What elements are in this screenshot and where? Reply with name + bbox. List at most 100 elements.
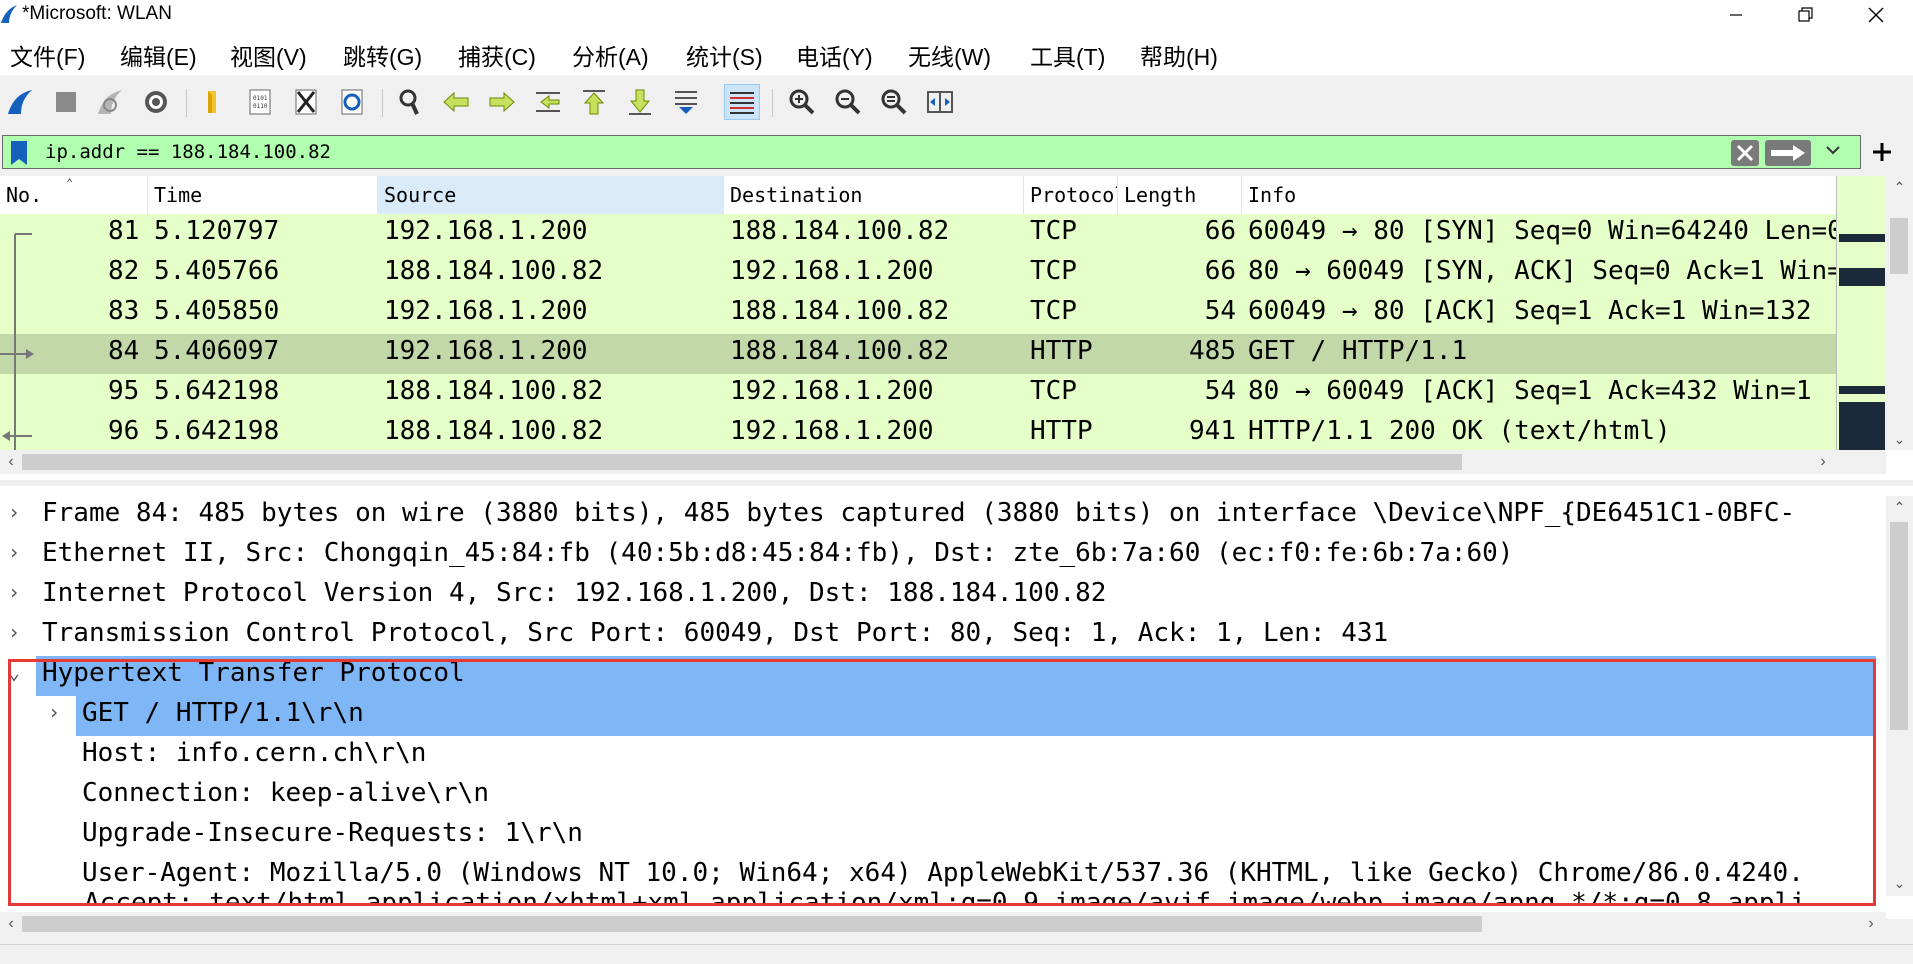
details-vertical-scrollbar[interactable]: ⌃ ⌄ bbox=[1886, 496, 1913, 896]
packet-row[interactable]: 95 5.642198 188.184.100.82 192.168.1.200… bbox=[0, 374, 1836, 414]
menu-go[interactable]: 跳转(G) bbox=[343, 38, 422, 72]
capture-options-button[interactable] bbox=[138, 84, 174, 120]
stop-capture-button[interactable] bbox=[48, 84, 84, 120]
zoom-out-icon bbox=[835, 89, 861, 115]
packet-list-vertical-scrollbar[interactable]: ⌃ ⌄ bbox=[1886, 176, 1913, 450]
close-file-button[interactable] bbox=[288, 84, 324, 120]
packet-row[interactable]: 82 5.405766 188.184.100.82 192.168.1.200… bbox=[0, 254, 1836, 294]
go-back-button[interactable] bbox=[438, 84, 474, 120]
clear-filter-button[interactable] bbox=[1731, 140, 1759, 166]
column-header-length[interactable]: Length bbox=[1118, 176, 1242, 214]
packet-time: 5.642198 bbox=[154, 376, 280, 406]
scroll-left-icon[interactable]: ‹ bbox=[0, 912, 22, 936]
menu-help[interactable]: 帮助(H) bbox=[1140, 38, 1218, 72]
tree-item-frame[interactable]: › Frame 84: 485 bytes on wire (3880 bits… bbox=[0, 496, 1886, 536]
column-header-protocol[interactable]: Protocol bbox=[1024, 176, 1118, 214]
filter-history-dropdown[interactable] bbox=[1821, 143, 1845, 163]
menu-tools[interactable]: 工具(T) bbox=[1030, 38, 1105, 72]
menu-file[interactable]: 文件(F) bbox=[10, 38, 85, 72]
tree-item-label: GET / HTTP/1.1\r\n bbox=[82, 698, 364, 728]
menu-view[interactable]: 视图(V) bbox=[230, 38, 307, 72]
tree-item-http-header[interactable]: Connection: keep-alive\r\n bbox=[0, 776, 1886, 816]
expand-chevron-icon[interactable]: › bbox=[8, 620, 20, 644]
scroll-down-icon[interactable]: ⌄ bbox=[1886, 428, 1913, 450]
tree-item-tcp[interactable]: › Transmission Control Protocol, Src Por… bbox=[0, 616, 1886, 656]
open-file-button[interactable] bbox=[195, 84, 231, 120]
tree-item-http-header-partial[interactable]: Accept: text/html,application/xhtml+xml,… bbox=[84, 888, 1806, 906]
go-to-packet-icon bbox=[536, 92, 560, 112]
scrollbar-thumb[interactable] bbox=[1890, 522, 1908, 730]
column-header-destination[interactable]: Destination bbox=[724, 176, 1024, 214]
tree-item-http-header[interactable]: Host: info.cern.ch\r\n bbox=[0, 736, 1886, 776]
scrollbar-thumb[interactable] bbox=[1890, 218, 1908, 274]
menu-statistics[interactable]: 统计(S) bbox=[686, 38, 763, 72]
expand-chevron-icon[interactable]: › bbox=[48, 700, 60, 724]
resize-columns-button[interactable] bbox=[922, 84, 958, 120]
scroll-up-icon[interactable]: ⌃ bbox=[1886, 176, 1913, 198]
column-header-info[interactable]: Info bbox=[1242, 176, 1836, 214]
expand-chevron-icon[interactable]: › bbox=[8, 580, 20, 604]
zoom-in-button[interactable] bbox=[784, 84, 820, 120]
packet-destination: 192.168.1.200 bbox=[730, 416, 934, 446]
packet-row-selected[interactable]: 84 5.406097 192.168.1.200 188.184.100.82… bbox=[0, 334, 1836, 374]
display-filter-input[interactable]: ip.addr == 188.184.100.82 bbox=[2, 135, 1861, 169]
save-file-button[interactable]: 0101 0110 bbox=[242, 84, 278, 120]
restore-button[interactable] bbox=[1783, 0, 1829, 30]
start-capture-button[interactable] bbox=[2, 84, 38, 120]
packet-row[interactable]: 81 5.120797 192.168.1.200 188.184.100.82… bbox=[0, 214, 1836, 254]
packet-protocol: HTTP bbox=[1030, 416, 1093, 446]
restart-capture-button[interactable] bbox=[92, 84, 128, 120]
tree-item-http[interactable]: ⌄ Hypertext Transfer Protocol bbox=[0, 656, 1886, 696]
colorize-button[interactable] bbox=[724, 84, 760, 120]
menu-edit[interactable]: 编辑(E) bbox=[120, 38, 197, 72]
go-forward-button[interactable] bbox=[484, 84, 520, 120]
go-last-packet-button[interactable] bbox=[622, 84, 658, 120]
go-to-packet-button[interactable] bbox=[530, 84, 566, 120]
zoom-normal-button[interactable] bbox=[876, 84, 912, 120]
details-horizontal-scrollbar[interactable]: ‹ › bbox=[0, 912, 1886, 936]
scroll-right-icon[interactable]: › bbox=[1812, 450, 1834, 474]
packet-info: 80 → 60049 [ACK] Seq=1 Ack=432 Win=1 bbox=[1248, 376, 1812, 406]
packet-row[interactable]: 83 5.405850 192.168.1.200 188.184.100.82… bbox=[0, 294, 1836, 334]
packet-time: 5.405766 bbox=[154, 256, 280, 286]
scroll-down-icon[interactable]: ⌄ bbox=[1886, 872, 1913, 894]
packet-list-horizontal-scrollbar[interactable]: ‹ › bbox=[0, 450, 1886, 474]
tree-item-ethernet[interactable]: › Ethernet II, Src: Chongqin_45:84:fb (4… bbox=[0, 536, 1886, 576]
packet-minimap[interactable] bbox=[1836, 176, 1887, 450]
packet-no: 81 bbox=[108, 216, 140, 246]
apply-filter-button[interactable] bbox=[1765, 140, 1811, 166]
scroll-left-icon[interactable]: ‹ bbox=[0, 450, 22, 474]
menu-telephony[interactable]: 电话(Y) bbox=[796, 38, 873, 72]
expand-chevron-icon[interactable]: › bbox=[8, 500, 20, 524]
bookmark-icon[interactable] bbox=[6, 139, 32, 167]
display-filter-text[interactable]: ip.addr == 188.184.100.82 bbox=[45, 141, 331, 163]
autoscroll-button[interactable] bbox=[668, 84, 704, 120]
tree-item-http-request-line[interactable]: › GET / HTTP/1.1\r\n bbox=[0, 696, 1886, 736]
expand-chevron-icon[interactable]: › bbox=[8, 540, 20, 564]
collapse-chevron-icon[interactable]: ⌄ bbox=[8, 660, 20, 684]
tree-item-http-header[interactable]: Upgrade-Insecure-Requests: 1\r\n bbox=[0, 816, 1886, 856]
go-first-packet-button[interactable] bbox=[576, 84, 612, 120]
scrollbar-thumb[interactable] bbox=[22, 454, 1462, 470]
minimize-button[interactable] bbox=[1713, 0, 1759, 30]
scroll-right-icon[interactable]: › bbox=[1860, 912, 1882, 936]
packet-row[interactable]: 96 5.642198 188.184.100.82 192.168.1.200… bbox=[0, 414, 1836, 450]
column-header-no[interactable]: No. ⌃ bbox=[0, 176, 148, 214]
tree-item-ipv4[interactable]: › Internet Protocol Version 4, Src: 192.… bbox=[0, 576, 1886, 616]
menu-capture[interactable]: 捕获(C) bbox=[458, 38, 536, 72]
add-filter-button-plus-icon[interactable] bbox=[1862, 136, 1902, 168]
packet-source: 192.168.1.200 bbox=[384, 216, 588, 246]
scrollbar-thumb[interactable] bbox=[22, 916, 1482, 932]
zoom-out-button[interactable] bbox=[830, 84, 866, 120]
packet-length: 54 bbox=[1204, 296, 1236, 326]
menu-analyze[interactable]: 分析(A) bbox=[572, 38, 649, 72]
packet-destination: 192.168.1.200 bbox=[730, 376, 934, 406]
find-packet-icon bbox=[399, 89, 419, 115]
close-window-button[interactable] bbox=[1853, 0, 1899, 30]
column-header-source[interactable]: Source bbox=[378, 176, 724, 214]
reload-file-button[interactable] bbox=[334, 84, 370, 120]
menu-wireless[interactable]: 无线(W) bbox=[908, 38, 991, 72]
find-packet-button[interactable] bbox=[392, 84, 428, 120]
scroll-up-icon[interactable]: ⌃ bbox=[1886, 496, 1913, 518]
column-header-time[interactable]: Time bbox=[148, 176, 378, 214]
